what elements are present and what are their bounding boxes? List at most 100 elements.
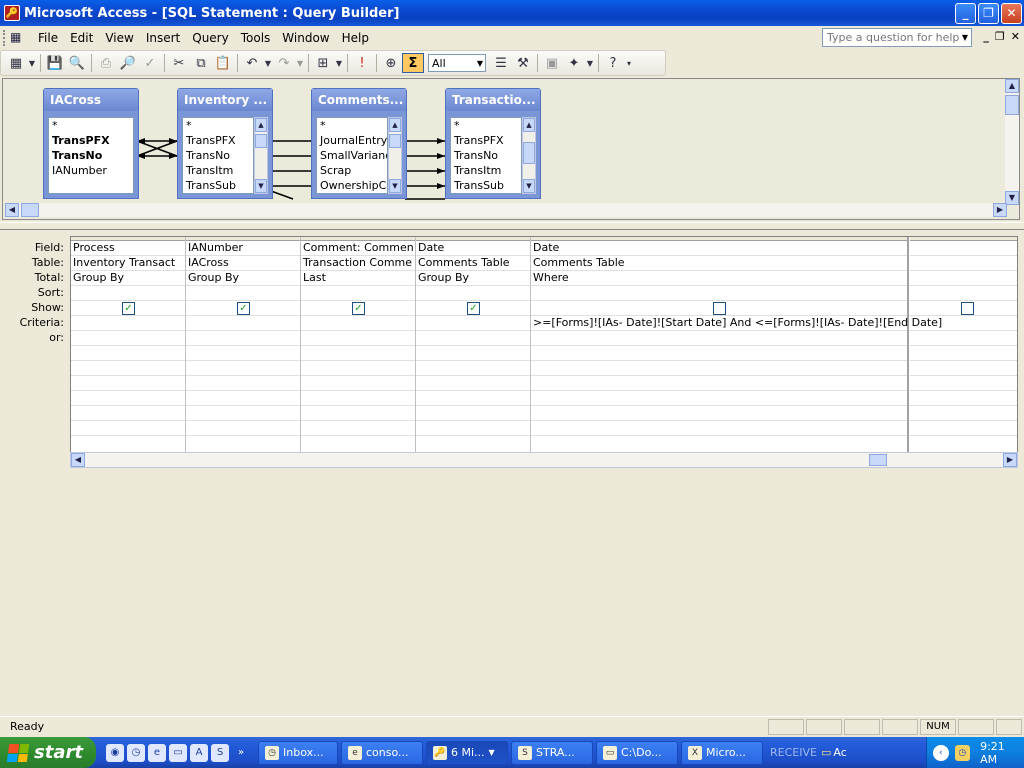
sort-cell[interactable] — [301, 286, 415, 301]
field-item[interactable]: IANumber — [49, 163, 133, 178]
toolbar-options-icon[interactable]: ▾ — [624, 53, 634, 73]
criteria-cell[interactable] — [910, 316, 1017, 331]
field-cell[interactable]: IANumber — [186, 241, 300, 256]
scroll-thumb[interactable] — [523, 142, 535, 164]
pane-splitter[interactable] — [0, 222, 1024, 230]
scroll-left-icon[interactable]: ◀ — [5, 203, 19, 217]
total-cell[interactable]: Group By — [71, 271, 185, 286]
grid-column[interactable]: IANumber IACross Group By ✓ — [186, 237, 301, 457]
build-icon[interactable]: ⚒ — [512, 53, 534, 73]
table-title[interactable]: Comments... — [312, 89, 406, 111]
sort-cell[interactable] — [910, 286, 1017, 301]
field-list-scrollbar[interactable]: ▲ ▼ — [254, 117, 268, 194]
help-dropdown-icon[interactable]: ▼ — [958, 28, 972, 47]
file-search-icon[interactable]: 🔍 — [66, 53, 88, 73]
criteria-cell[interactable]: >=[Forms]![IAs- Date]![Start Date] And <… — [531, 316, 942, 331]
menu-tools[interactable]: Tools — [235, 29, 277, 47]
field-item[interactable]: TransNo — [49, 148, 133, 163]
grid-column[interactable]: Comment: Commen Transaction Comme Last ✓ — [301, 237, 416, 457]
database-window-icon[interactable]: ▣ — [541, 53, 563, 73]
sort-cell[interactable] — [186, 286, 300, 301]
run-icon[interactable]: ! — [351, 53, 373, 73]
spelling-icon[interactable]: ✓ — [139, 53, 161, 73]
menu-help[interactable]: Help — [336, 29, 375, 47]
undo-icon[interactable]: ↶ — [241, 53, 263, 73]
or-cell[interactable] — [301, 331, 415, 346]
scroll-down-icon[interactable]: ▼ — [1005, 191, 1019, 205]
table-cell[interactable]: Comments Table — [531, 256, 907, 271]
close-button[interactable]: ✕ — [1001, 2, 1022, 24]
quick-launch-icon[interactable]: ◷ — [127, 743, 145, 762]
field-item[interactable]: * — [183, 118, 253, 133]
menu-query[interactable]: Query — [186, 29, 234, 47]
or-cell[interactable] — [416, 331, 530, 346]
scroll-up-icon[interactable]: ▲ — [255, 118, 267, 132]
criteria-cell[interactable] — [416, 316, 530, 331]
field-item[interactable]: TransItm — [451, 163, 521, 178]
taskbar-button-console[interactable]: e conso... — [341, 740, 423, 765]
total-cell[interactable]: Group By — [186, 271, 300, 286]
table-cell[interactable]: Inventory Transact — [71, 256, 185, 271]
folder-icon[interactable]: ▭ — [169, 743, 187, 762]
total-cell[interactable] — [910, 271, 1017, 286]
total-cell[interactable]: Group By — [416, 271, 530, 286]
taskbar-button-inbox[interactable]: ◷ Inbox... — [258, 740, 338, 765]
new-object-icon[interactable]: ✦ — [563, 53, 585, 73]
address-toolbar-label[interactable]: Ac — [833, 746, 846, 759]
print-icon[interactable]: ⎙ — [95, 53, 117, 73]
or-cell[interactable] — [910, 331, 1017, 346]
quick-launch-icon[interactable]: ◉ — [106, 743, 124, 762]
sort-cell[interactable] — [71, 286, 185, 301]
grid-column[interactable] — [910, 237, 1017, 457]
field-item[interactable]: TransSub — [183, 178, 253, 193]
show-checkbox[interactable]: ✓ — [352, 302, 365, 315]
total-cell[interactable]: Last — [301, 271, 415, 286]
query-type-dropdown-icon[interactable]: ▼ — [334, 53, 344, 73]
tray-clock-icon[interactable]: ◷ — [954, 744, 971, 761]
table-title[interactable]: Inventory ... — [178, 89, 272, 111]
field-cell[interactable] — [910, 241, 1017, 256]
or-cell[interactable] — [71, 331, 185, 346]
help-icon[interactable]: ? — [602, 53, 624, 73]
folder-icon[interactable]: ▭ — [821, 746, 831, 759]
grid-horizontal-scrollbar[interactable]: ◀ ▶ — [70, 452, 1018, 468]
show-checkbox[interactable] — [961, 302, 974, 315]
new-object-dropdown-icon[interactable]: ▼ — [585, 53, 595, 73]
field-item[interactable]: TransNo — [183, 148, 253, 163]
clock[interactable]: 9:21 AM — [980, 740, 1024, 766]
scroll-thumb[interactable] — [1005, 95, 1019, 115]
field-item[interactable]: TransSub — [451, 178, 521, 193]
ie-icon[interactable]: e — [148, 743, 166, 762]
table-cell[interactable]: Comments Table — [416, 256, 530, 271]
redo-icon[interactable]: ↷ — [273, 53, 295, 73]
field-cell[interactable]: Date — [531, 241, 907, 256]
scroll-thumb[interactable] — [869, 454, 887, 466]
child-minimize-icon[interactable]: _ — [983, 30, 989, 43]
field-item[interactable]: TransNo — [451, 148, 521, 163]
scroll-up-icon[interactable]: ▲ — [523, 118, 535, 132]
field-item[interactable]: * — [49, 118, 133, 133]
criteria-cell[interactable] — [71, 316, 185, 331]
start-button[interactable]: start — [0, 737, 96, 768]
acrobat-icon[interactable]: A — [190, 743, 208, 762]
save-icon[interactable]: 💾 — [44, 53, 66, 73]
field-list-scrollbar[interactable]: ▲ ▼ — [522, 117, 536, 194]
field-item[interactable]: SmallVariance — [317, 148, 387, 163]
taskbar-button-stra[interactable]: S STRA... — [511, 740, 593, 765]
tray-expand-icon[interactable]: ‹ — [933, 744, 949, 761]
field-list-scrollbar[interactable]: ▲ ▼ — [388, 117, 402, 194]
table-iacross[interactable]: IACross * TransPFX TransNo IANumber — [43, 88, 139, 199]
scroll-thumb[interactable] — [389, 134, 401, 148]
query-document-icon[interactable]: ▦ — [10, 30, 28, 46]
criteria-cell[interactable] — [186, 316, 300, 331]
scroll-thumb[interactable] — [21, 203, 39, 217]
table-cell[interactable]: Transaction Comme — [301, 256, 415, 271]
show-checkbox[interactable]: ✓ — [237, 302, 250, 315]
menu-grip[interactable] — [3, 30, 7, 46]
print-preview-icon[interactable]: 🔎 — [117, 53, 139, 73]
quick-launch-more-icon[interactable]: » — [232, 744, 250, 762]
scroll-right-icon[interactable]: ▶ — [1003, 453, 1017, 467]
restore-button[interactable]: ❐ — [978, 2, 999, 24]
receive-toolbar-label[interactable]: RECEIVE — [770, 746, 817, 759]
taskbar-button-excel[interactable]: X Micro... — [681, 740, 763, 765]
